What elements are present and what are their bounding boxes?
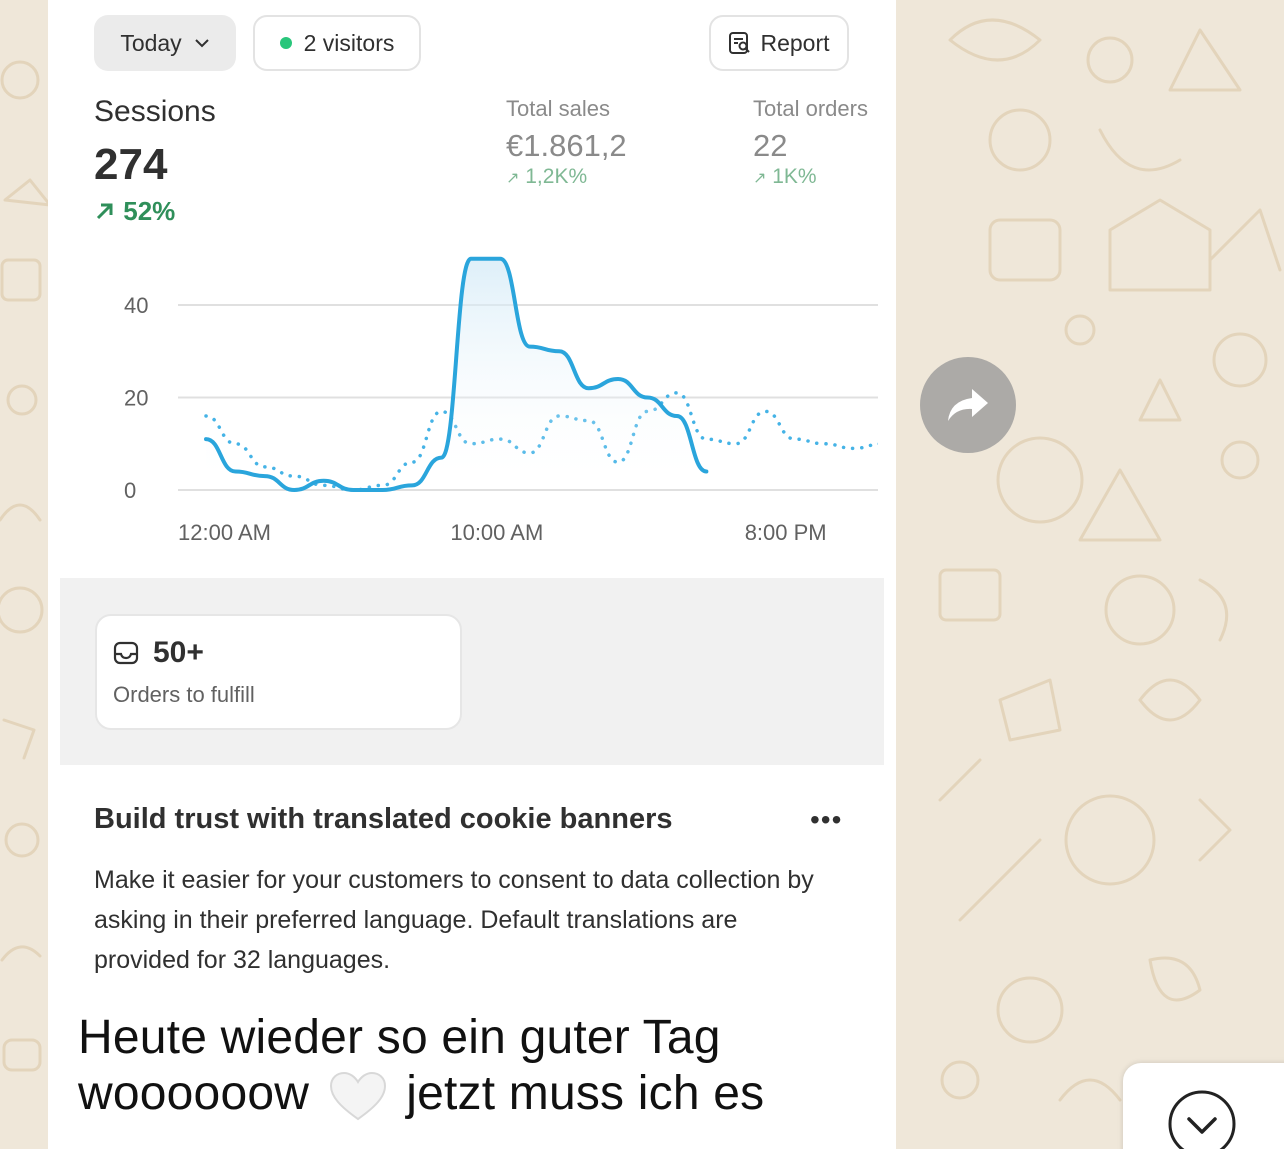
total-orders-change: ↗ 1K%: [753, 165, 817, 189]
message-bubble[interactable]: Today 2 visitors Report Sessions 274 52%…: [48, 0, 896, 1149]
banner-body: Make it easier for your customers to con…: [94, 866, 814, 974]
y-tick-label: 20: [124, 386, 148, 411]
message-rest: jetzt muss ich es: [406, 1067, 765, 1120]
banner-title: Build trust with translated cookie banne…: [94, 803, 673, 835]
total-sales-label: Total sales: [506, 96, 610, 121]
trend-up-icon: ↗: [506, 170, 520, 187]
total-orders-value: 22: [753, 128, 788, 163]
sessions-change: 52%: [94, 196, 175, 227]
sessions-value: 274: [94, 140, 168, 189]
total-sales-change: ↗ 1,2K%: [506, 165, 587, 189]
forward-button[interactable]: [920, 357, 1016, 453]
sessions-chart: 0 20 40 12:00 AM 10:00 AM 8:00 PM: [124, 256, 878, 545]
x-tick-label: 12:00 AM: [178, 520, 271, 545]
trend-up-icon: [96, 203, 113, 220]
message-line-2: woooooow jetzt muss ich es: [78, 1066, 878, 1122]
x-tick-label: 10:00 AM: [450, 520, 543, 545]
inbox-icon: [113, 641, 139, 665]
total-orders-change-value: 1K%: [772, 165, 817, 188]
report-label: Report: [760, 29, 830, 56]
live-visitors-button[interactable]: 2 visitors: [253, 15, 421, 71]
total-orders-label: Total orders: [753, 96, 868, 121]
total-sales-change-value: 1,2K%: [525, 165, 588, 188]
trend-up-icon: ↗: [753, 170, 767, 187]
sessions-label: Sessions: [94, 95, 216, 128]
date-filter-button[interactable]: Today: [94, 15, 236, 71]
white-heart-icon: [329, 1072, 386, 1121]
shared-screenshot[interactable]: Today 2 visitors Report Sessions 274 52%…: [60, 0, 884, 1000]
x-tick-label: 8:00 PM: [745, 520, 827, 545]
report-button[interactable]: Report: [709, 15, 849, 71]
forward-icon: [948, 389, 988, 421]
message-word: woooooow: [78, 1067, 310, 1120]
live-visitors-label: 2 visitors: [303, 29, 395, 56]
more-options-button[interactable]: •••: [810, 804, 842, 836]
sessions-change-value: 52%: [123, 196, 176, 226]
chevron-down-icon: [194, 39, 209, 48]
total-sales-value: €1.861,2: [506, 128, 627, 163]
y-tick-label: 40: [124, 293, 148, 318]
orders-label: Orders to fulfill: [113, 682, 255, 707]
y-tick-label: 0: [124, 478, 136, 503]
scroll-down-icon: [1168, 1090, 1236, 1149]
message-line-1: Heute wieder so ein guter Tag: [78, 1011, 721, 1064]
live-status-dot: [279, 37, 292, 49]
orders-to-fulfill-card[interactable]: 50+ Orders to fulfill: [95, 614, 462, 730]
date-filter-label: Today: [120, 29, 182, 56]
report-icon: [729, 32, 751, 54]
message-text: Heute wieder so ein guter Tag woooooow j…: [78, 1010, 878, 1122]
scroll-down-button[interactable]: [1123, 1063, 1284, 1149]
orders-count: 50+: [153, 636, 204, 669]
